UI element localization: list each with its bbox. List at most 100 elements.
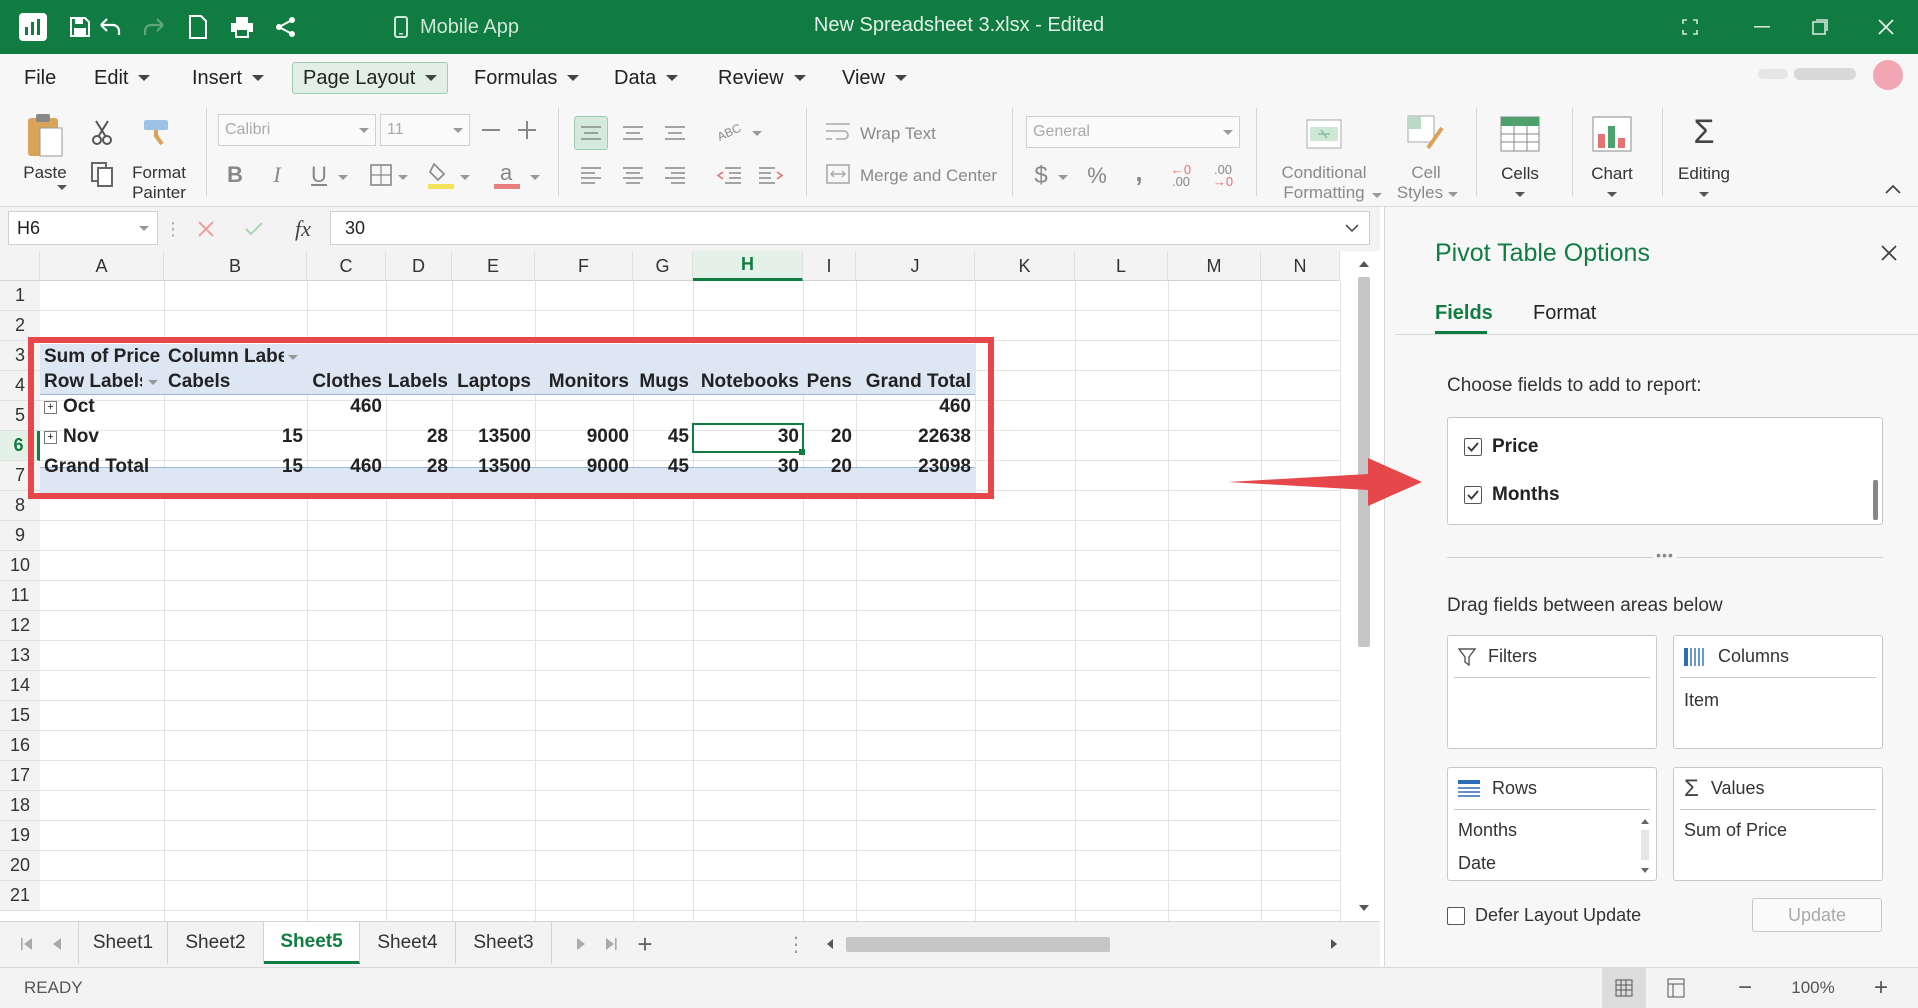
wrap-text-button[interactable]: Wrap Text xyxy=(860,124,936,144)
column-header[interactable]: L xyxy=(1075,251,1168,281)
column-header[interactable]: E xyxy=(452,251,535,281)
row-header[interactable]: 10 xyxy=(0,551,40,581)
menu-edit[interactable]: Edit xyxy=(84,62,160,94)
tab-format[interactable]: Format xyxy=(1533,302,1596,325)
align-middle-icon[interactable] xyxy=(616,116,650,150)
row-header[interactable]: 11 xyxy=(0,581,40,611)
column-header[interactable]: J xyxy=(856,251,975,281)
menu-data[interactable]: Data xyxy=(604,62,688,94)
borders-icon[interactable] xyxy=(366,158,396,192)
decrease-decimal-icon[interactable]: .00→0 xyxy=(1206,160,1240,192)
fullscreen-icon[interactable] xyxy=(1676,13,1704,41)
formula-input[interactable]: 30 xyxy=(330,211,1370,245)
column-header[interactable]: K xyxy=(975,251,1075,281)
cell-styles-caret[interactable] xyxy=(1446,188,1460,200)
sheet-tab[interactable]: Sheet1 xyxy=(78,922,168,964)
field-price[interactable]: Price xyxy=(1464,434,1538,460)
decrease-indent-icon[interactable] xyxy=(712,158,746,192)
checkbox-checked-icon[interactable] xyxy=(1464,486,1482,504)
column-header[interactable]: D xyxy=(386,251,452,281)
page-layout-view-icon[interactable] xyxy=(1654,968,1698,1008)
row-header[interactable]: 9 xyxy=(0,521,40,551)
font-color-icon[interactable]: a xyxy=(490,158,524,192)
sigma-icon[interactable]: Σ xyxy=(1682,110,1726,154)
normal-view-icon[interactable] xyxy=(1602,968,1646,1008)
row-header[interactable]: 20 xyxy=(0,851,40,881)
paste-options-caret[interactable] xyxy=(55,180,69,194)
currency-icon[interactable]: $ xyxy=(1026,160,1056,192)
text-orientation-icon[interactable]: ABC xyxy=(712,114,746,148)
cell-styles-icon[interactable] xyxy=(1404,112,1448,156)
values-area[interactable]: Σ Values Sum of Price xyxy=(1673,767,1883,881)
values-area-item[interactable]: Sum of Price xyxy=(1684,820,1787,841)
menu-review[interactable]: Review xyxy=(708,62,816,94)
scroll-right-icon[interactable] xyxy=(1326,934,1342,954)
columns-area-item[interactable]: Item xyxy=(1684,690,1719,711)
close-panel-icon[interactable] xyxy=(1875,239,1903,267)
minimize-icon[interactable] xyxy=(1748,13,1776,41)
last-sheet-icon[interactable] xyxy=(600,934,622,954)
column-header[interactable]: B xyxy=(164,251,307,281)
rows-area-item[interactable]: Months xyxy=(1458,820,1517,841)
bold-icon[interactable]: B xyxy=(218,158,252,192)
column-header[interactable]: M xyxy=(1168,251,1261,281)
increase-decimal-icon[interactable]: ←0.00 xyxy=(1164,160,1198,192)
number-format-select[interactable]: General xyxy=(1026,116,1240,148)
column-header[interactable]: C xyxy=(307,251,386,281)
menu-file[interactable]: File xyxy=(14,62,66,94)
column-header[interactable]: A xyxy=(40,251,164,281)
name-box[interactable]: H6 xyxy=(8,211,158,245)
row-header[interactable]: 15 xyxy=(0,701,40,731)
zoom-level[interactable]: 100% xyxy=(1778,978,1848,998)
font-name-select[interactable]: Calibri xyxy=(218,114,376,146)
checkbox-unchecked-icon[interactable] xyxy=(1447,907,1465,925)
align-top-icon[interactable] xyxy=(574,116,608,150)
checkbox-checked-icon[interactable] xyxy=(1464,438,1482,456)
menu-formulas[interactable]: Formulas xyxy=(464,62,589,94)
column-header[interactable]: N xyxy=(1261,251,1340,281)
spreadsheet-grid[interactable]: A B C D E F G H I J K L M N 123456789101… xyxy=(0,251,1360,921)
orientation-caret[interactable] xyxy=(750,126,764,140)
column-header[interactable]: F xyxy=(535,251,633,281)
column-header[interactable]: G xyxy=(633,251,693,281)
horizontal-scrollbar-thumb[interactable] xyxy=(846,937,1110,952)
sheet-tab[interactable]: Sheet4 xyxy=(360,922,456,964)
conditional-caret[interactable] xyxy=(1370,190,1384,200)
underline-caret[interactable] xyxy=(336,170,350,184)
tab-fields[interactable]: Fields xyxy=(1435,302,1493,325)
align-right-icon[interactable] xyxy=(658,158,692,192)
font-size-select[interactable]: 11 xyxy=(380,114,470,146)
italic-icon[interactable]: I xyxy=(260,158,294,192)
splitter-grip-icon[interactable]: ••• xyxy=(1653,547,1677,567)
select-all-corner[interactable] xyxy=(0,251,40,281)
merge-center-button[interactable]: Merge and Center xyxy=(860,166,997,186)
menu-insert[interactable]: Insert xyxy=(182,62,274,94)
account-avatar[interactable] xyxy=(1708,58,1908,92)
format-painter-icon[interactable] xyxy=(138,112,178,152)
sheet-tab[interactable]: Sheet3 xyxy=(456,922,552,964)
sheet-tab[interactable]: Sheet2 xyxy=(168,922,264,964)
update-button[interactable]: Update xyxy=(1752,898,1882,932)
fill-color-caret[interactable] xyxy=(458,170,472,184)
comma-style-icon[interactable]: , xyxy=(1124,156,1154,188)
align-center-icon[interactable] xyxy=(616,158,650,192)
paste-button[interactable] xyxy=(20,110,70,160)
cells-icon[interactable] xyxy=(1498,112,1542,156)
vertical-scrollbar[interactable] xyxy=(1354,251,1374,921)
chart-caret[interactable] xyxy=(1605,188,1619,200)
next-sheet-icon[interactable] xyxy=(570,934,592,954)
increase-font-icon[interactable] xyxy=(510,114,544,146)
row-header[interactable]: 16 xyxy=(0,731,40,761)
increase-indent-icon[interactable] xyxy=(754,158,788,192)
fill-color-icon[interactable] xyxy=(424,158,458,192)
zoom-in-icon[interactable]: + xyxy=(1866,972,1896,1004)
rows-area-item[interactable]: Date xyxy=(1458,853,1496,874)
function-icon[interactable]: fx xyxy=(286,213,320,245)
chart-icon[interactable] xyxy=(1590,112,1634,156)
first-sheet-icon[interactable] xyxy=(16,934,38,954)
field-list-scroll-thumb[interactable] xyxy=(1873,480,1878,520)
row-header[interactable]: 19 xyxy=(0,821,40,851)
add-sheet-icon[interactable]: + xyxy=(630,930,660,958)
columns-area[interactable]: Columns Item xyxy=(1673,635,1883,749)
row-header[interactable]: 17 xyxy=(0,761,40,791)
